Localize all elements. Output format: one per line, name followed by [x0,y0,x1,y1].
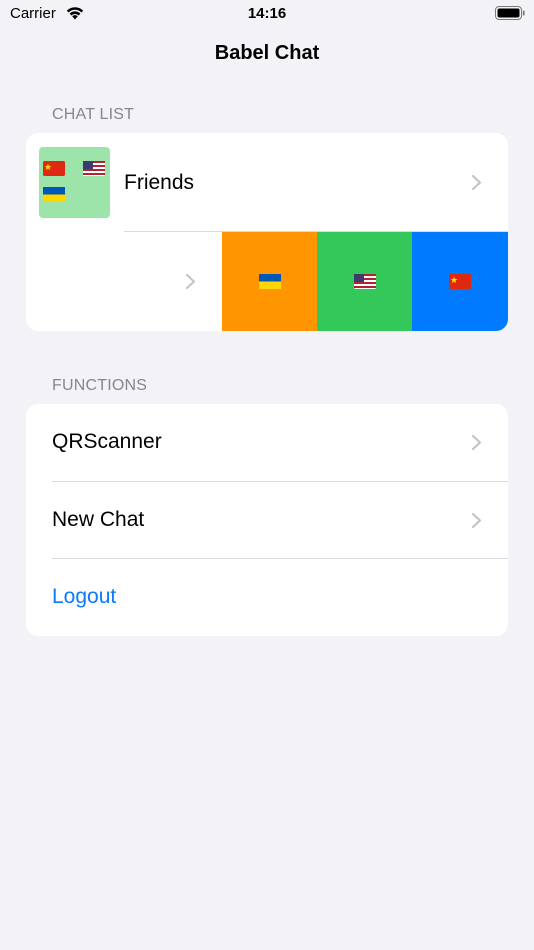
clock-time: 14:16 [247,5,287,22]
swipe-action-ukraine[interactable] [222,232,318,331]
chat-list-header: CHAT LIST [52,106,135,123]
flag-usa-icon [83,161,105,176]
swipe-action-usa[interactable] [317,232,413,331]
chevron-right-icon [471,512,482,529]
functions-header: FUNCTIONS [52,377,148,394]
chat-name-friends: Friends [124,171,195,194]
flag-ukraine-icon [259,274,281,289]
flag-ukraine-icon [43,187,65,202]
logout-label: Logout [52,585,117,608]
new-chat-row[interactable]: New Chat [26,482,508,559]
logout-button[interactable]: Logout [26,559,508,636]
flag-china-icon [449,274,471,289]
flag-china-icon [43,161,65,176]
qrscanner-row[interactable]: QRScanner [26,404,508,481]
chat-row-friends[interactable]: Friends [26,133,508,232]
swipe-action-china[interactable] [412,232,508,331]
chevron-right-icon [471,174,482,191]
functions-card: QRScanner New Chat Logout [26,404,508,636]
qrscanner-label: QRScanner [52,430,162,453]
status-bar: Carrier 14:16 [0,0,534,30]
chat-list-card: Friends [26,133,508,331]
flag-usa-icon [354,274,376,289]
new-chat-label: New Chat [52,508,145,531]
chat-row-swiped[interactable] [26,232,222,331]
chevron-right-icon [471,434,482,451]
battery-icon [495,6,525,20]
page-title: Babel Chat [214,42,320,64]
chevron-right-icon [185,273,196,290]
chat-avatar [39,147,110,218]
